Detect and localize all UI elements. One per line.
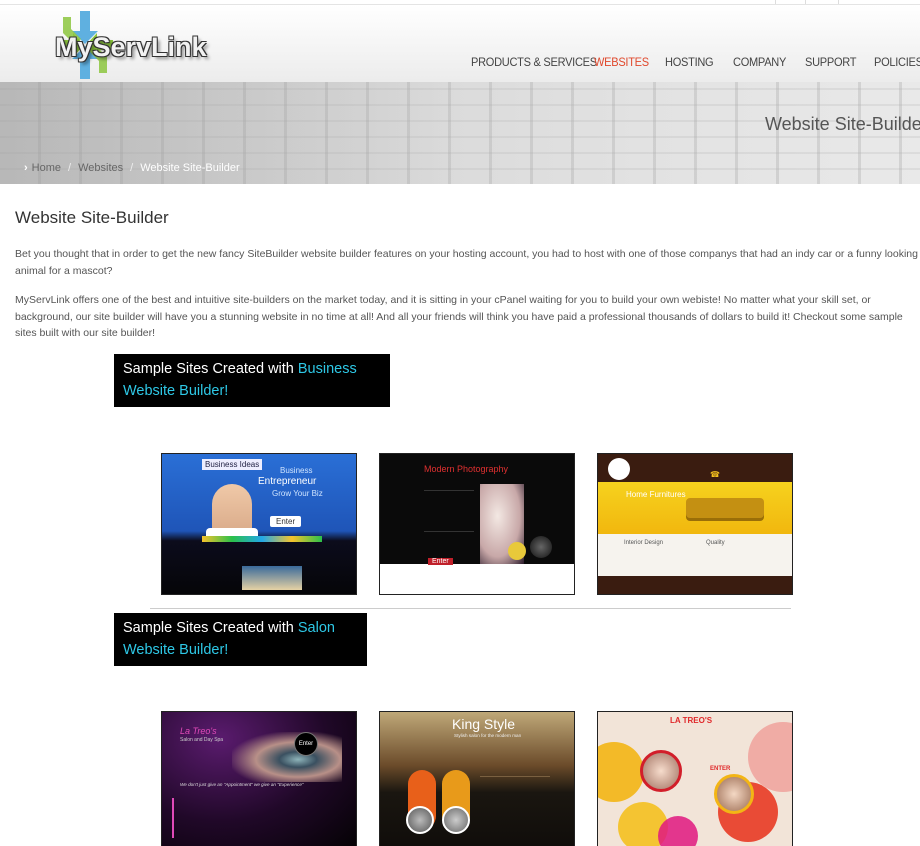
color-bar bbox=[202, 536, 322, 542]
nav-item-hosting[interactable]: HOSTING bbox=[665, 55, 714, 69]
thumbnail-caption: La Treo's bbox=[180, 726, 217, 736]
sample-site-thumbnail[interactable]: La Treo's Salon and Day Spa Enter We don… bbox=[161, 711, 357, 846]
main-nav: PRODUCTS & SERVICES WEBSITES HOSTING COM… bbox=[0, 55, 920, 77]
breadcrumb-websites[interactable]: Websites bbox=[78, 162, 123, 174]
avatar bbox=[442, 806, 470, 834]
thumbnail-caption: Interior Design bbox=[624, 540, 664, 546]
decoration-circle bbox=[598, 742, 644, 802]
chevron-right-icon: › bbox=[24, 162, 28, 174]
thumbnail-caption: Salon and Day Spa bbox=[180, 737, 224, 743]
enter-button: Enter bbox=[270, 516, 302, 527]
footer-image bbox=[242, 566, 302, 590]
breadcrumb: › Home / Websites / Website Site-Builder bbox=[24, 162, 240, 174]
sofa-image bbox=[686, 498, 764, 518]
top-divider bbox=[775, 0, 776, 4]
thumbnail-caption: Entrepreneur bbox=[258, 476, 317, 487]
thumbnail-caption: King Style bbox=[452, 716, 516, 732]
breadcrumb-separator: / bbox=[130, 162, 134, 174]
thumbnail-tagline: We don't just give an "Appointment" we g… bbox=[180, 782, 304, 787]
thumbnail-caption: Quality bbox=[706, 540, 725, 546]
thumbnail-caption: Home Furnitures bbox=[626, 490, 686, 499]
top-divider bbox=[805, 0, 806, 4]
avatar bbox=[406, 806, 434, 834]
top-divider bbox=[838, 0, 839, 4]
banner-title: Website Site-Builder bbox=[765, 114, 920, 134]
thumbnail-caption: Business bbox=[280, 466, 313, 475]
thumbnail-caption: Business Ideas bbox=[202, 459, 263, 470]
section-heading-salon: Sample Sites Created with Salon Website … bbox=[114, 613, 367, 666]
enter-button: ENTER bbox=[710, 766, 731, 772]
enter-button: Enter bbox=[428, 558, 453, 565]
breadcrumb-current: Website Site-Builder bbox=[140, 162, 240, 174]
section-divider bbox=[150, 608, 791, 609]
sample-site-thumbnail[interactable]: LA TREO'S ENTER bbox=[597, 711, 793, 846]
camera-lens-image bbox=[530, 536, 552, 558]
nav-item-policies[interactable]: POLICIES bbox=[874, 55, 920, 69]
section-heading-prefix: Sample Sites Created with bbox=[123, 361, 298, 377]
sample-site-thumbnail[interactable]: ☎ Home Furnitures Interior Design Qualit… bbox=[597, 453, 793, 595]
thumbnail-caption: Grow Your Biz bbox=[272, 489, 323, 498]
site-header: MyServLink PRODUCTS & SERVICES WEBSITES … bbox=[0, 5, 920, 82]
sample-site-thumbnail[interactable]: Modern Photography Enter bbox=[379, 453, 575, 595]
decoration-circle bbox=[748, 722, 792, 792]
badge-image bbox=[508, 542, 526, 560]
thumbnail-logo bbox=[608, 458, 630, 480]
section-heading-business: Sample Sites Created with Business Websi… bbox=[114, 354, 390, 407]
breadcrumb-separator: / bbox=[68, 162, 72, 174]
intro-paragraph: Bet you thought that in order to get the… bbox=[15, 248, 918, 277]
decoration-circle bbox=[658, 816, 698, 846]
page-banner: Website Site-Builder › Home / Websites / Webs… bbox=[0, 82, 920, 184]
thumbnail-caption: Modern Photography bbox=[424, 464, 509, 474]
nav-item-support[interactable]: SUPPORT bbox=[805, 55, 857, 69]
avatar bbox=[640, 750, 682, 792]
thumbnail-menu bbox=[424, 490, 474, 532]
avatar bbox=[714, 774, 754, 814]
enter-button: Enter bbox=[294, 732, 318, 756]
thumbnail-menu bbox=[480, 776, 550, 807]
thumbnail-menu bbox=[172, 798, 234, 838]
thumbnail-caption: LA TREO'S bbox=[670, 716, 713, 725]
eye-image bbox=[232, 732, 342, 782]
sample-site-thumbnail[interactable]: King Style Stylish salon for the modern … bbox=[379, 711, 575, 846]
breadcrumb-home[interactable]: Home bbox=[32, 162, 61, 174]
nav-item-websites[interactable]: WEBSITES bbox=[594, 55, 649, 69]
sample-site-thumbnail[interactable]: Business Ideas Business Entrepreneur Gro… bbox=[161, 453, 357, 595]
section-heading-prefix: Sample Sites Created with bbox=[123, 620, 298, 636]
nav-item-products-services[interactable]: PRODUCTS & SERVICES bbox=[471, 55, 597, 69]
description-paragraph: MyServLink offers one of the best and in… bbox=[15, 294, 903, 339]
thumbnail-caption: Stylish salon for the modern man bbox=[454, 733, 522, 738]
nav-item-company[interactable]: COMPANY bbox=[733, 55, 786, 69]
page-title: Website Site-Builder bbox=[15, 208, 169, 227]
phone-icon: ☎ bbox=[710, 470, 720, 479]
